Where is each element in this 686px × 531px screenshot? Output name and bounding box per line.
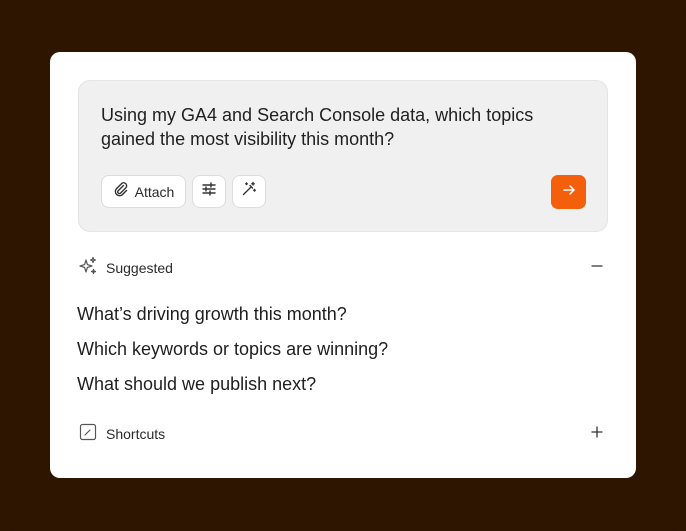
minus-icon <box>591 259 603 277</box>
collapse-suggested-button[interactable] <box>588 259 606 277</box>
expand-shortcuts-button[interactable] <box>588 425 606 443</box>
suggested-header[interactable]: Suggested <box>78 256 606 281</box>
background-frame: Using my GA4 and Search Console data, wh… <box>0 0 686 531</box>
attach-button[interactable]: Attach <box>101 175 186 208</box>
send-button[interactable] <box>551 175 586 209</box>
magic-wand-icon <box>241 181 257 202</box>
prompt-input[interactable]: Using my GA4 and Search Console data, wh… <box>101 103 591 151</box>
plus-icon <box>591 425 603 443</box>
sliders-icon <box>201 181 217 202</box>
shortcuts-header[interactable]: Shortcuts <box>78 423 606 445</box>
assistant-card: Using my GA4 and Search Console data, wh… <box>50 52 636 478</box>
arrow-right-icon <box>562 183 576 202</box>
attach-label: Attach <box>134 183 175 200</box>
suggestion-list: What’s driving growth this month? Which … <box>77 302 388 407</box>
prompt-composer[interactable]: Using my GA4 and Search Console data, wh… <box>78 80 608 232</box>
shortcuts-label: Shortcuts <box>106 426 166 442</box>
suggestion-item[interactable]: Which keywords or topics are winning? <box>77 337 388 372</box>
composer-toolbar: Attach <box>101 175 266 208</box>
sparkles-icon <box>78 256 98 281</box>
suggested-label: Suggested <box>106 260 173 276</box>
magic-button[interactable] <box>232 175 266 208</box>
suggestion-item[interactable]: What should we publish next? <box>77 372 388 407</box>
settings-button[interactable] <box>192 175 226 208</box>
paperclip-icon <box>113 181 129 202</box>
suggestion-item[interactable]: What’s driving growth this month? <box>77 302 388 337</box>
edit-square-icon <box>78 422 98 447</box>
